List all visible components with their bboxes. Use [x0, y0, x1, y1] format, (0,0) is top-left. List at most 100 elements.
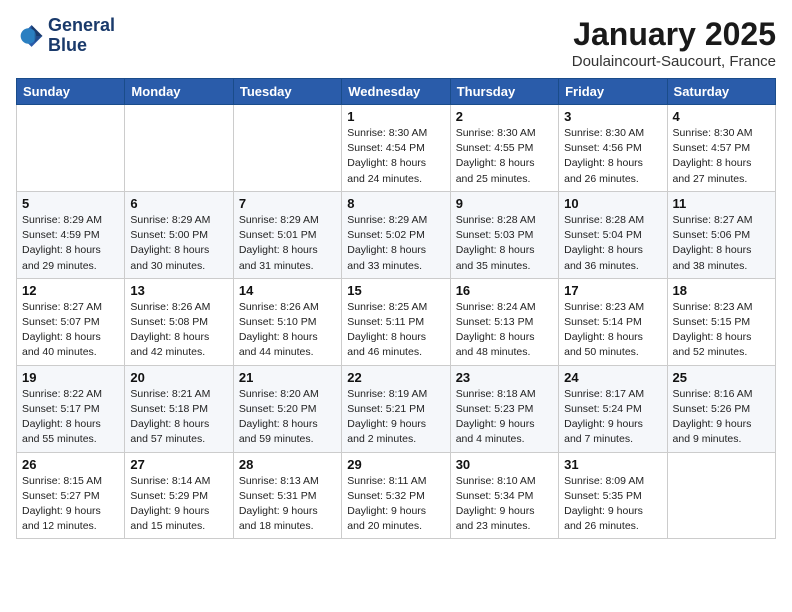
day-number: 15 [347, 283, 444, 298]
day-info: Sunrise: 8:29 AM Sunset: 5:00 PM Dayligh… [130, 213, 227, 274]
day-info: Sunrise: 8:28 AM Sunset: 5:04 PM Dayligh… [564, 213, 661, 274]
day-number: 26 [22, 457, 119, 472]
calendar-cell [125, 105, 233, 192]
day-number: 9 [456, 196, 553, 211]
calendar-cell: 15 Sunrise: 8:25 AM Sunset: 5:11 PM Dayli… [342, 278, 450, 365]
calendar-cell [667, 452, 775, 539]
calendar-cell: 9 Sunrise: 8:28 AM Sunset: 5:03 PM Daylig… [450, 191, 558, 278]
logo: General Blue [16, 16, 115, 56]
day-info: Sunrise: 8:30 AM Sunset: 4:54 PM Dayligh… [347, 126, 444, 187]
day-number: 17 [564, 283, 661, 298]
day-number: 5 [22, 196, 119, 211]
day-info: Sunrise: 8:11 AM Sunset: 5:32 PM Dayligh… [347, 474, 444, 535]
calendar-cell: 27Sunrise: 8:14 AM Sunset: 5:29 PM Dayli… [125, 452, 233, 539]
day-number: 7 [239, 196, 336, 211]
day-info: Sunrise: 8:16 AM Sunset: 5:26 PM Dayligh… [673, 387, 770, 448]
day-info: Sunrise: 8:18 AM Sunset: 5:23 PM Dayligh… [456, 387, 553, 448]
calendar-cell: 21Sunrise: 8:20 AM Sunset: 5:20 PM Dayli… [233, 365, 341, 452]
day-number: 8 [347, 196, 444, 211]
day-number: 20 [130, 370, 227, 385]
day-number: 10 [564, 196, 661, 211]
calendar-cell: 24Sunrise: 8:17 AM Sunset: 5:24 PM Dayli… [559, 365, 667, 452]
day-number: 24 [564, 370, 661, 385]
day-number: 12 [22, 283, 119, 298]
calendar-cell: 12 Sunrise: 8:27 AM Sunset: 5:07 PM Dayli… [17, 278, 125, 365]
day-info: Sunrise: 8:29 AM Sunset: 4:59 PM Dayligh… [22, 213, 119, 274]
day-info: Sunrise: 8:27 AM Sunset: 5:07 PM Dayligh… [22, 300, 119, 361]
day-info: Sunrise: 8:27 AM Sunset: 5:06 PM Dayligh… [673, 213, 770, 274]
day-info: Sunrise: 8:30 AM Sunset: 4:57 PM Dayligh… [673, 126, 770, 187]
calendar-cell: 25 Sunrise: 8:16 AM Sunset: 5:26 PM Dayli… [667, 365, 775, 452]
calendar-cell: 19Sunrise: 8:22 AM Sunset: 5:17 PM Dayli… [17, 365, 125, 452]
day-number: 18 [673, 283, 770, 298]
weekday-header: Saturday [667, 79, 775, 105]
day-number: 31 [564, 457, 661, 472]
month-title: January 2025 [572, 16, 776, 53]
day-info: Sunrise: 8:25 AM Sunset: 5:11 PM Dayligh… [347, 300, 444, 361]
day-info: Sunrise: 8:26 AM Sunset: 5:08 PM Dayligh… [130, 300, 227, 361]
day-info: Sunrise: 8:28 AM Sunset: 5:03 PM Dayligh… [456, 213, 553, 274]
title-block: January 2025 Doulaincourt-Saucourt, Fran… [572, 16, 776, 70]
weekday-header: Wednesday [342, 79, 450, 105]
day-number: 23 [456, 370, 553, 385]
calendar-cell: 20Sunrise: 8:21 AM Sunset: 5:18 PM Dayli… [125, 365, 233, 452]
day-number: 13 [130, 283, 227, 298]
calendar-cell: 4 Sunrise: 8:30 AM Sunset: 4:57 PM Daylig… [667, 105, 775, 192]
calendar-week-row: 12 Sunrise: 8:27 AM Sunset: 5:07 PM Dayli… [17, 278, 776, 365]
day-info: Sunrise: 8:14 AM Sunset: 5:29 PM Dayligh… [130, 474, 227, 535]
day-info: Sunrise: 8:29 AM Sunset: 5:01 PM Dayligh… [239, 213, 336, 274]
location-title: Doulaincourt-Saucourt, France [572, 53, 776, 70]
day-number: 21 [239, 370, 336, 385]
day-number: 6 [130, 196, 227, 211]
calendar-cell: 5 Sunrise: 8:29 AM Sunset: 4:59 PM Daylig… [17, 191, 125, 278]
day-info: Sunrise: 8:19 AM Sunset: 5:21 PM Dayligh… [347, 387, 444, 448]
day-number: 25 [673, 370, 770, 385]
calendar-week-row: 1 Sunrise: 8:30 AM Sunset: 4:54 PM Daylig… [17, 105, 776, 192]
calendar-cell: 26Sunrise: 8:15 AM Sunset: 5:27 PM Dayli… [17, 452, 125, 539]
weekday-header: Sunday [17, 79, 125, 105]
calendar-header-row: SundayMondayTuesdayWednesdayThursdayFrid… [17, 79, 776, 105]
calendar-cell: 1 Sunrise: 8:30 AM Sunset: 4:54 PM Daylig… [342, 105, 450, 192]
weekday-header: Friday [559, 79, 667, 105]
day-info: Sunrise: 8:23 AM Sunset: 5:15 PM Dayligh… [673, 300, 770, 361]
calendar-cell: 31 Sunrise: 8:09 AM Sunset: 5:35 PM Dayli… [559, 452, 667, 539]
day-info: Sunrise: 8:23 AM Sunset: 5:14 PM Dayligh… [564, 300, 661, 361]
day-number: 14 [239, 283, 336, 298]
day-number: 3 [564, 109, 661, 124]
calendar-cell: 10 Sunrise: 8:28 AM Sunset: 5:04 PM Dayli… [559, 191, 667, 278]
calendar-cell: 8Sunrise: 8:29 AM Sunset: 5:02 PM Daylig… [342, 191, 450, 278]
day-info: Sunrise: 8:30 AM Sunset: 4:55 PM Dayligh… [456, 126, 553, 187]
calendar-cell: 17 Sunrise: 8:23 AM Sunset: 5:14 PM Dayli… [559, 278, 667, 365]
day-info: Sunrise: 8:09 AM Sunset: 5:35 PM Dayligh… [564, 474, 661, 535]
day-number: 22 [347, 370, 444, 385]
day-number: 30 [456, 457, 553, 472]
calendar-cell: 7 Sunrise: 8:29 AM Sunset: 5:01 PM Daylig… [233, 191, 341, 278]
calendar: SundayMondayTuesdayWednesdayThursdayFrid… [16, 78, 776, 539]
day-info: Sunrise: 8:26 AM Sunset: 5:10 PM Dayligh… [239, 300, 336, 361]
day-number: 1 [347, 109, 444, 124]
calendar-cell: 2 Sunrise: 8:30 AM Sunset: 4:55 PM Daylig… [450, 105, 558, 192]
calendar-cell: 28 Sunrise: 8:13 AM Sunset: 5:31 PM Dayli… [233, 452, 341, 539]
calendar-cell [233, 105, 341, 192]
day-number: 4 [673, 109, 770, 124]
calendar-week-row: 26Sunrise: 8:15 AM Sunset: 5:27 PM Dayli… [17, 452, 776, 539]
day-info: Sunrise: 8:13 AM Sunset: 5:31 PM Dayligh… [239, 474, 336, 535]
weekday-header: Monday [125, 79, 233, 105]
logo-text: General Blue [48, 16, 115, 56]
calendar-cell: 29Sunrise: 8:11 AM Sunset: 5:32 PM Dayli… [342, 452, 450, 539]
calendar-week-row: 5 Sunrise: 8:29 AM Sunset: 4:59 PM Daylig… [17, 191, 776, 278]
day-number: 28 [239, 457, 336, 472]
day-number: 2 [456, 109, 553, 124]
weekday-header: Thursday [450, 79, 558, 105]
calendar-cell: 6 Sunrise: 8:29 AM Sunset: 5:00 PM Daylig… [125, 191, 233, 278]
day-number: 16 [456, 283, 553, 298]
day-number: 19 [22, 370, 119, 385]
day-number: 11 [673, 196, 770, 211]
calendar-cell: 23 Sunrise: 8:18 AM Sunset: 5:23 PM Dayli… [450, 365, 558, 452]
logo-icon [16, 22, 44, 50]
calendar-cell: 22 Sunrise: 8:19 AM Sunset: 5:21 PM Dayli… [342, 365, 450, 452]
calendar-cell: 30Sunrise: 8:10 AM Sunset: 5:34 PM Dayli… [450, 452, 558, 539]
calendar-cell: 16 Sunrise: 8:24 AM Sunset: 5:13 PM Dayli… [450, 278, 558, 365]
day-info: Sunrise: 8:24 AM Sunset: 5:13 PM Dayligh… [456, 300, 553, 361]
calendar-week-row: 19Sunrise: 8:22 AM Sunset: 5:17 PM Dayli… [17, 365, 776, 452]
